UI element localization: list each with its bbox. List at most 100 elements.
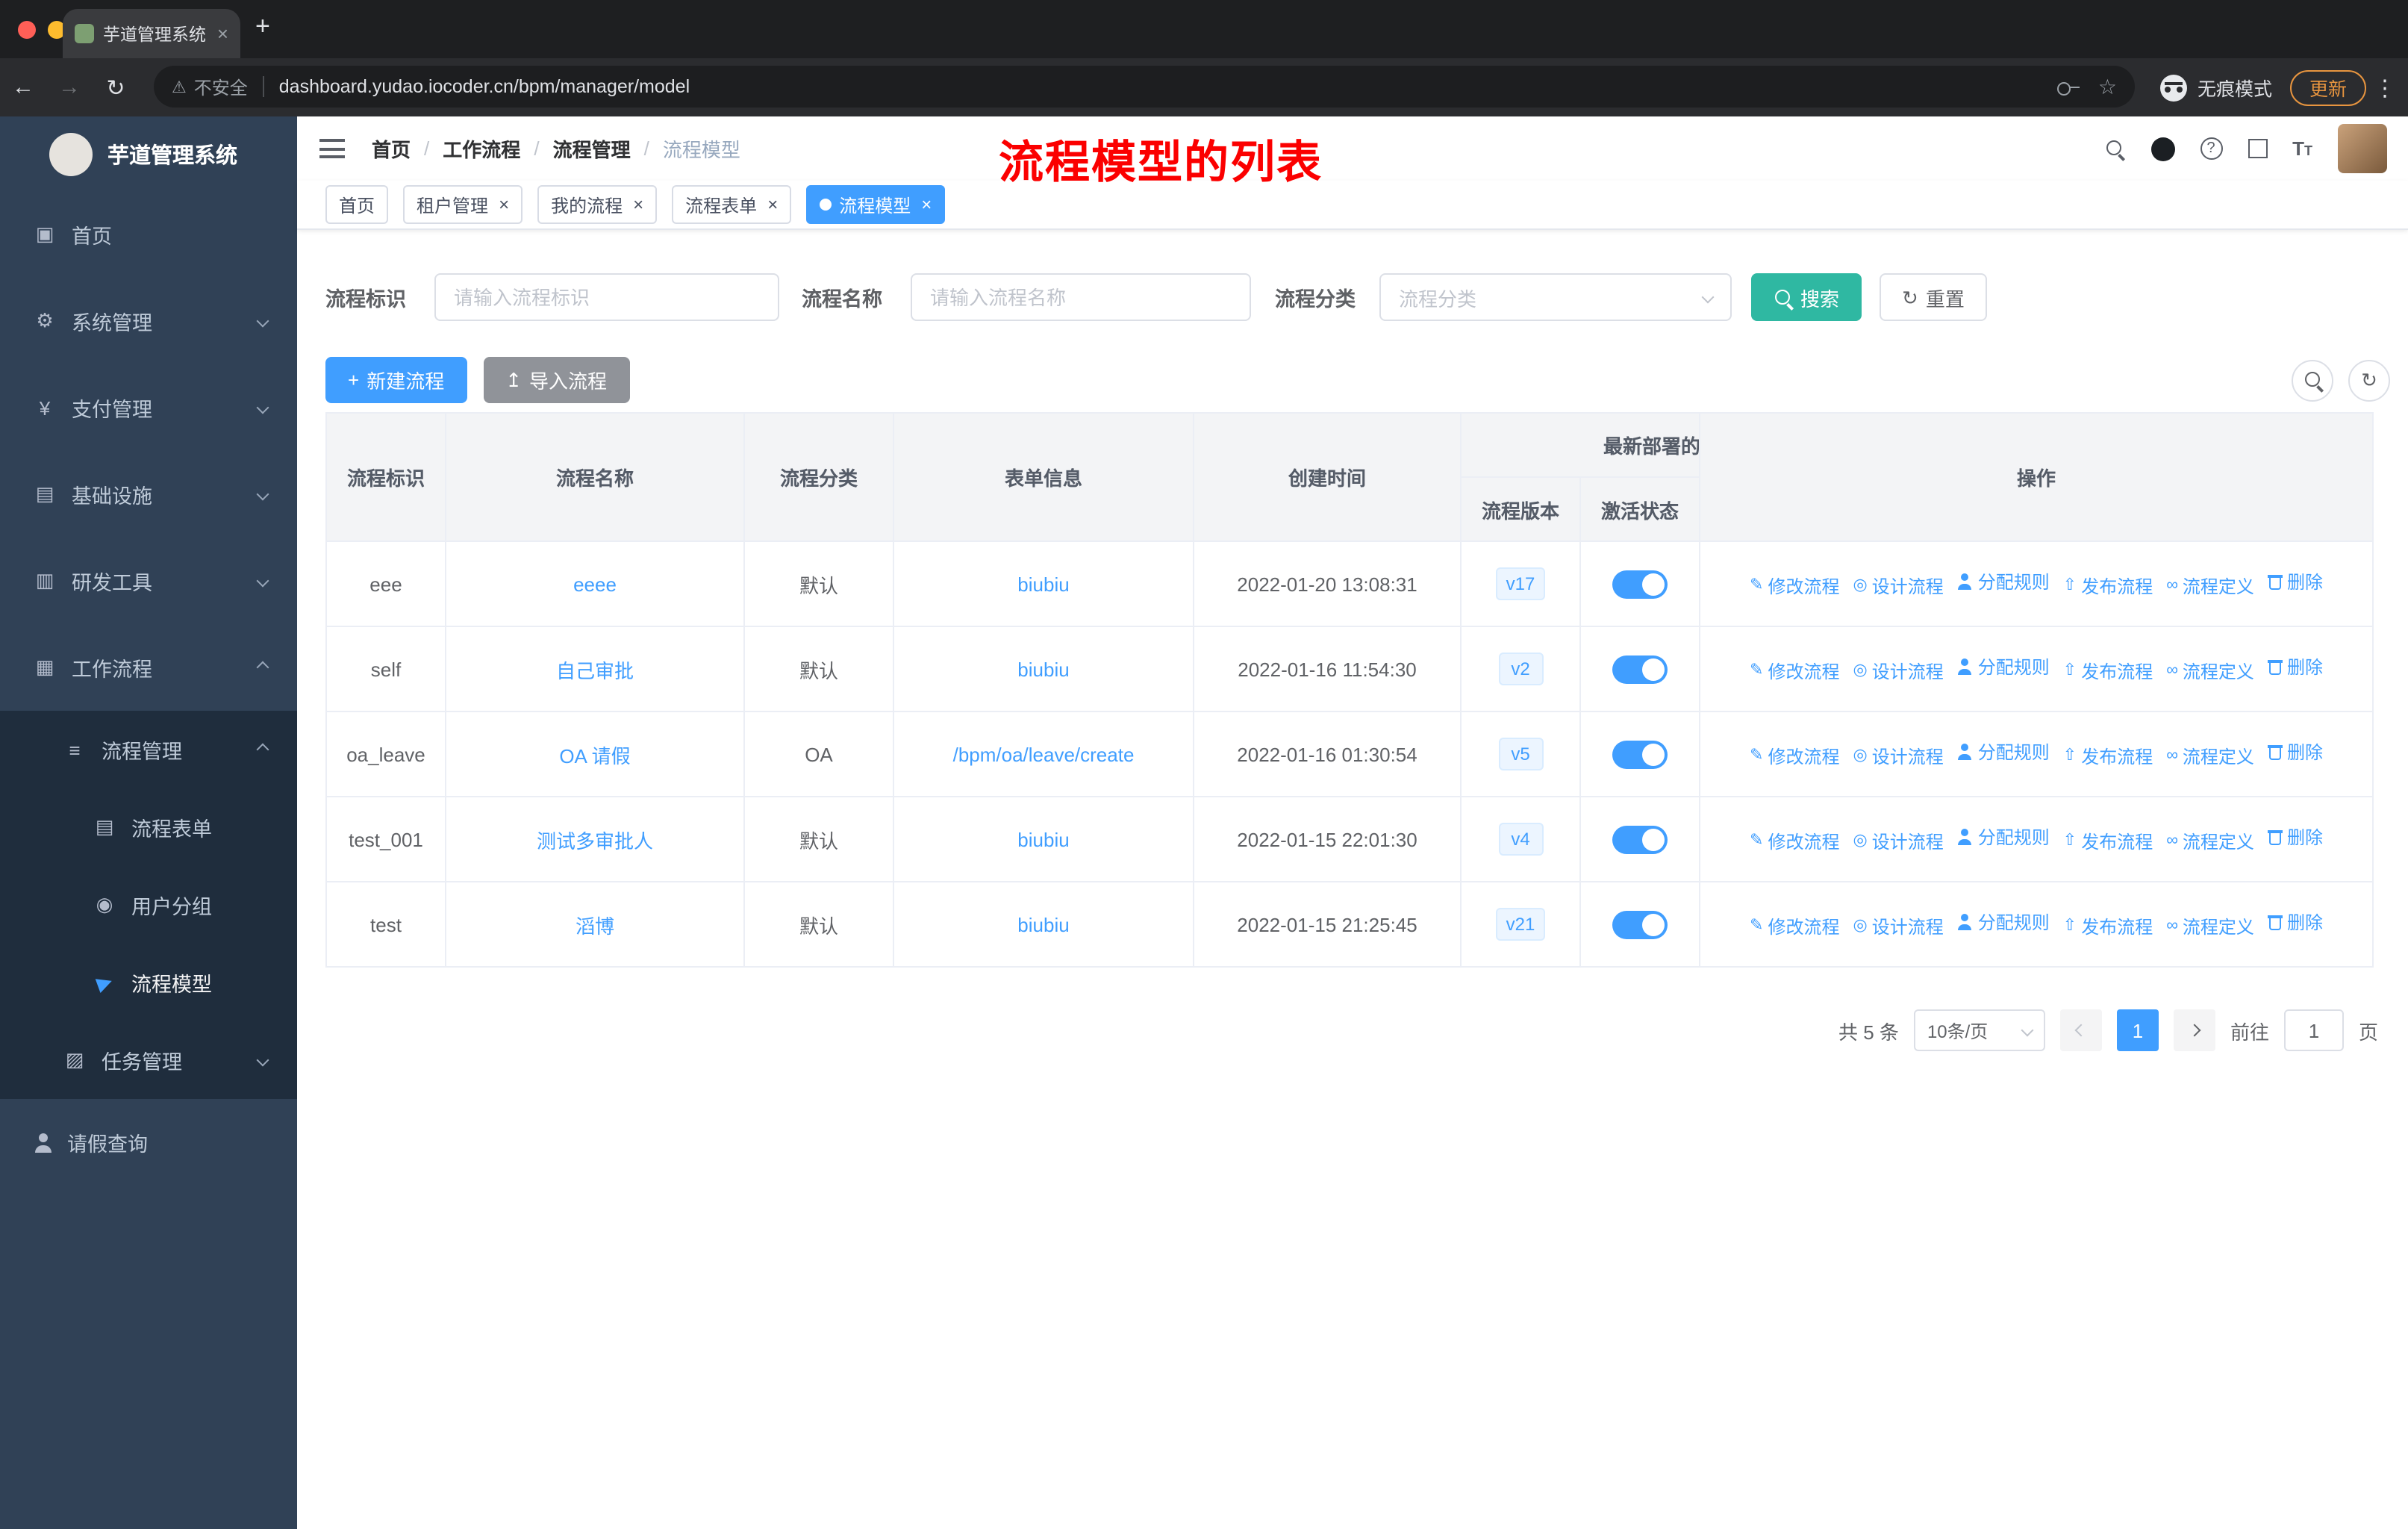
new-tab-button[interactable]: +: [255, 13, 270, 39]
forward-button[interactable]: →: [46, 75, 93, 100]
import-process-button[interactable]: ↥ 导入流程: [483, 357, 630, 403]
action-definition[interactable]: ∞ 流程定义: [2166, 914, 2254, 939]
process-name-input[interactable]: [911, 273, 1251, 321]
breadcrumb-item[interactable]: 流程管理: [553, 134, 631, 163]
github-icon[interactable]: [2150, 137, 2175, 161]
create-process-button[interactable]: + 新建流程: [325, 357, 467, 403]
reload-button[interactable]: ↻: [93, 74, 139, 101]
sidebar-item-infrastructure[interactable]: ▤ 基础设施: [0, 451, 297, 538]
sidebar-item-task-management[interactable]: ▨ 任务管理: [0, 1021, 297, 1099]
action-definition[interactable]: ∞ 流程定义: [2166, 829, 2254, 854]
action-design[interactable]: ◎ 设计流程: [1853, 914, 1943, 939]
category-select[interactable]: 流程分类: [1379, 273, 1732, 321]
browser-tab[interactable]: 芋道管理系统 ×: [63, 9, 240, 58]
font-size-icon[interactable]: TT: [2292, 137, 2312, 160]
action-delete[interactable]: 删除: [2267, 654, 2323, 679]
url-text[interactable]: dashboard.yudao.iocoder.cn/bpm/manager/m…: [279, 76, 2046, 97]
form-link[interactable]: biubiu: [1017, 828, 1069, 850]
update-button[interactable]: 更新: [2289, 69, 2366, 105]
action-assign[interactable]: 分配规则: [1957, 569, 2050, 594]
action-edit[interactable]: ✎ 修改流程: [1750, 573, 1839, 599]
tag-4[interactable]: 流程模型 ×: [806, 185, 946, 224]
sidebar-item-process-form[interactable]: ▤ 流程表单: [0, 788, 297, 866]
sidebar-item-process-management[interactable]: ≡ 流程管理: [0, 711, 297, 788]
form-link[interactable]: biubiu: [1017, 913, 1069, 935]
process-name-link[interactable]: 测试多审批人: [537, 829, 653, 852]
active-toggle[interactable]: [1612, 825, 1668, 853]
action-publish[interactable]: ⇧ 发布流程: [2063, 914, 2153, 939]
tag-3[interactable]: 流程表单 ×: [672, 185, 792, 224]
action-delete[interactable]: 删除: [2267, 824, 2323, 850]
refresh-table-button[interactable]: ↻: [2348, 359, 2390, 401]
close-icon[interactable]: ×: [921, 194, 932, 215]
tab-close-icon[interactable]: ×: [217, 22, 228, 45]
sidebar-item-leave-query[interactable]: 请假查询: [0, 1099, 297, 1186]
action-edit[interactable]: ✎ 修改流程: [1750, 744, 1839, 769]
breadcrumb-item[interactable]: 工作流程: [443, 134, 520, 163]
active-toggle[interactable]: [1612, 740, 1668, 768]
sidebar-item-workflow[interactable]: ▦ 工作流程: [0, 624, 297, 711]
fullscreen-icon[interactable]: [2248, 139, 2268, 158]
toggle-search-button[interactable]: [2292, 359, 2333, 401]
breadcrumb-item[interactable]: 首页: [372, 134, 411, 163]
sidebar-item-process-model[interactable]: ▶ 流程模型: [0, 944, 297, 1021]
action-assign[interactable]: 分配规则: [1957, 654, 2050, 679]
form-link[interactable]: biubiu: [1017, 573, 1069, 595]
action-design[interactable]: ◎ 设计流程: [1853, 658, 1943, 684]
address-bar[interactable]: ⚠ 不安全 dashboard.yudao.iocoder.cn/bpm/man…: [154, 66, 2135, 108]
action-publish[interactable]: ⇧ 发布流程: [2063, 744, 2153, 769]
form-link[interactable]: /bpm/oa/leave/create: [953, 743, 1135, 765]
tag-2[interactable]: 我的流程 ×: [537, 185, 658, 224]
action-edit[interactable]: ✎ 修改流程: [1750, 658, 1839, 684]
avatar[interactable]: [2338, 124, 2387, 173]
action-publish[interactable]: ⇧ 发布流程: [2063, 658, 2153, 684]
tag-0[interactable]: 首页: [325, 185, 389, 224]
sidebar-item-payment[interactable]: ¥ 支付管理: [0, 364, 297, 451]
action-delete[interactable]: 删除: [2267, 909, 2323, 935]
action-assign[interactable]: 分配规则: [1957, 739, 2050, 764]
action-definition[interactable]: ∞ 流程定义: [2166, 658, 2254, 684]
process-name-link[interactable]: eeee: [573, 573, 617, 595]
active-toggle[interactable]: [1612, 910, 1668, 938]
breadcrumb-item[interactable]: 流程模型: [663, 134, 740, 163]
sidebar-item-user-group[interactable]: ◉ 用户分组: [0, 866, 297, 944]
action-design[interactable]: ◎ 设计流程: [1853, 744, 1943, 769]
close-window-button[interactable]: [18, 20, 36, 38]
page-size-select[interactable]: 10条/页: [1913, 1009, 2045, 1051]
key-icon[interactable]: [2057, 80, 2080, 95]
form-link[interactable]: biubiu: [1017, 658, 1069, 680]
close-icon[interactable]: ×: [633, 194, 643, 215]
search-button[interactable]: 搜索: [1751, 273, 1862, 321]
sidebar-item-devtools[interactable]: ▥ 研发工具: [0, 538, 297, 624]
action-publish[interactable]: ⇧ 发布流程: [2063, 573, 2153, 599]
active-toggle[interactable]: [1612, 655, 1668, 683]
process-id-input[interactable]: [434, 273, 779, 321]
active-toggle[interactable]: [1612, 570, 1668, 598]
action-edit[interactable]: ✎ 修改流程: [1750, 914, 1839, 939]
action-design[interactable]: ◎ 设计流程: [1853, 573, 1943, 599]
close-icon[interactable]: ×: [499, 194, 509, 215]
sidebar-item-system[interactable]: ⚙ 系统管理: [0, 278, 297, 364]
sidebar-item-home[interactable]: ▣ 首页: [0, 191, 297, 278]
tag-1[interactable]: 租户管理 ×: [403, 185, 523, 224]
browser-menu-icon[interactable]: ⋮: [2374, 74, 2396, 101]
action-assign[interactable]: 分配规则: [1957, 824, 2050, 850]
action-definition[interactable]: ∞ 流程定义: [2166, 744, 2254, 769]
action-assign[interactable]: 分配规则: [1957, 909, 2050, 935]
process-name-link[interactable]: OA 请假: [559, 744, 630, 767]
action-delete[interactable]: 删除: [2267, 569, 2323, 594]
action-publish[interactable]: ⇧ 发布流程: [2063, 829, 2153, 854]
goto-page-input[interactable]: [2283, 1009, 2344, 1051]
action-design[interactable]: ◎ 设计流程: [1853, 829, 1943, 854]
close-icon[interactable]: ×: [767, 194, 778, 215]
help-icon[interactable]: ?: [2200, 137, 2223, 160]
reset-button[interactable]: ↻ 重置: [1880, 273, 1987, 321]
action-delete[interactable]: 删除: [2267, 739, 2323, 764]
back-button[interactable]: ←: [0, 75, 46, 100]
prev-page-button[interactable]: [2059, 1009, 2102, 1051]
collapse-menu-icon[interactable]: [319, 139, 345, 158]
next-page-button[interactable]: [2173, 1009, 2215, 1051]
action-definition[interactable]: ∞ 流程定义: [2166, 573, 2254, 599]
action-edit[interactable]: ✎ 修改流程: [1750, 829, 1839, 854]
bookmark-star-icon[interactable]: ☆: [2098, 74, 2117, 99]
